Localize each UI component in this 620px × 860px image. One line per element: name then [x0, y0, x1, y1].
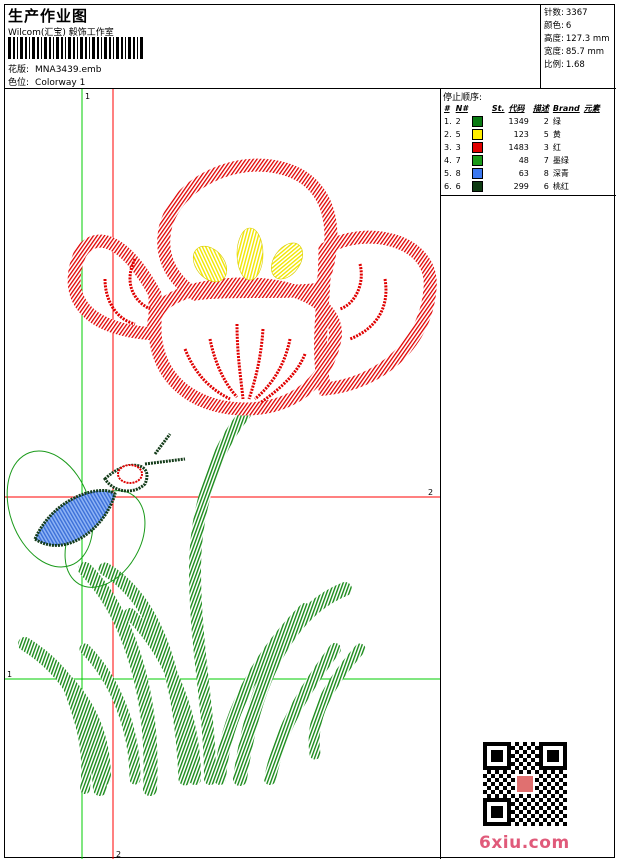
stat-colors: 颜色: 6	[544, 21, 572, 31]
colorway-row: 色位: Colorway 1	[8, 75, 85, 88]
swatch-box	[471, 181, 483, 192]
col-stitches: St.	[491, 104, 505, 113]
swatch-box	[471, 129, 483, 140]
colorway-label: 色位:	[8, 78, 30, 88]
row-index: 5.	[444, 169, 452, 178]
col-index: #	[444, 104, 450, 113]
flower-embroidery-image: 1 2 2 1	[5, 89, 440, 859]
axis-label-v2: 2	[116, 850, 121, 859]
flower-center	[192, 227, 303, 283]
swatch-box	[471, 116, 483, 127]
row-code: 6	[543, 182, 549, 191]
color-swatch	[470, 154, 507, 167]
row-stitches: 299	[513, 182, 529, 191]
row-description: 桃红	[552, 182, 569, 191]
design-file-row: 花版: MNA3439.emb	[8, 62, 101, 75]
axis-label-h2: 2	[428, 488, 433, 497]
row-description: 黄	[552, 130, 561, 139]
table-header-row: # N# St. 代码 描述 Brand 元素	[442, 102, 602, 115]
stat-stitches: 针数: 3367	[544, 8, 588, 18]
row-number: 3	[455, 143, 461, 152]
stat-height: 高度: 127.3 mm	[544, 34, 610, 44]
stats-panel: 针数: 3367 颜色: 6 高度: 127.3 mm 宽度: 85.7 mm 比例: 1…	[541, 5, 616, 89]
swatch-box	[471, 142, 483, 153]
stat-width: 宽度: 85.7 mm	[544, 47, 605, 57]
flower-petals	[67, 158, 437, 416]
row-index: 6.	[444, 182, 452, 191]
row-description: 墨绿	[552, 156, 569, 165]
col-number: N#	[455, 104, 468, 113]
row-stitches: 48	[518, 156, 529, 165]
row-description: 绿	[552, 117, 561, 126]
production-sheet: 生产作业图 Wilcom(汇宝) 毅饰工作室 花版: MNA3439.emb 色位…	[4, 4, 616, 859]
colorway-value: Colorway 1	[35, 78, 86, 88]
color-swatch	[470, 167, 507, 180]
flower-stem	[188, 408, 251, 785]
table-row: 2. 5 123 5 黄	[442, 128, 602, 141]
design-file-label: 花版:	[8, 65, 30, 75]
col-brand: Brand	[552, 104, 580, 113]
row-number: 7	[455, 156, 461, 165]
row-number: 5	[455, 130, 461, 139]
row-code: 7	[543, 156, 549, 165]
barcode-icon	[8, 37, 143, 59]
col-element: 元素	[583, 104, 600, 113]
sheet-title: 生产作业图	[8, 7, 89, 25]
color-swatch	[470, 141, 507, 154]
axis-label-h1: 1	[7, 670, 12, 679]
col-code: 代码	[508, 104, 525, 113]
row-stitches: 1349	[508, 117, 529, 126]
color-swatch	[470, 180, 507, 193]
axis-label-v1: 1	[85, 92, 90, 101]
embroidery-preview[interactable]: 1 2 2 1	[5, 89, 441, 859]
color-swatch	[470, 115, 507, 128]
swatch-box	[471, 155, 483, 166]
row-stitches: 123	[513, 130, 529, 139]
design-file-value: MNA3439.emb	[35, 65, 102, 75]
row-description: 红	[552, 143, 561, 152]
color-swatch	[470, 128, 507, 141]
table-row: 4. 7 48 7 墨绿	[442, 154, 602, 167]
row-number: 2	[455, 117, 461, 126]
table-row: 5. 8 63 8 深青	[442, 167, 602, 180]
row-index: 3.	[444, 143, 452, 152]
row-code: 8	[543, 169, 549, 178]
stop-sequence-panel: 停止顺序: # N# St. 代码 描述 Brand 元素 1. 2 1349 2 绿 2…	[441, 89, 616, 196]
table-row: 1. 2 1349 2 绿	[442, 115, 602, 128]
header-info: 生产作业图 Wilcom(汇宝) 毅饰工作室 花版: MNA3439.emb 色位…	[5, 5, 541, 89]
row-index: 1.	[444, 117, 452, 126]
row-number: 8	[455, 169, 461, 178]
table-row: 6. 6 299 6 桃红	[442, 180, 602, 193]
col-description: 描述	[532, 104, 549, 113]
watermark-logo: 6xiu.com	[479, 833, 570, 853]
row-stitches: 1483	[508, 143, 529, 152]
row-index: 2.	[444, 130, 452, 139]
row-number: 6	[455, 182, 461, 191]
swatch-box	[471, 168, 483, 179]
table-row: 3. 3 1483 3 红	[442, 141, 602, 154]
stop-sequence-table: # N# St. 代码 描述 Brand 元素 1. 2 1349 2 绿 2. 5 123 5…	[442, 102, 602, 193]
row-code: 5	[543, 130, 549, 139]
row-index: 4.	[444, 156, 452, 165]
qr-code-icon	[483, 742, 567, 826]
row-code: 2	[543, 117, 549, 126]
row-code: 3	[543, 143, 549, 152]
row-stitches: 63	[518, 169, 529, 178]
stat-scale: 比例: 1.68	[544, 60, 585, 70]
row-description: 深青	[552, 169, 569, 178]
